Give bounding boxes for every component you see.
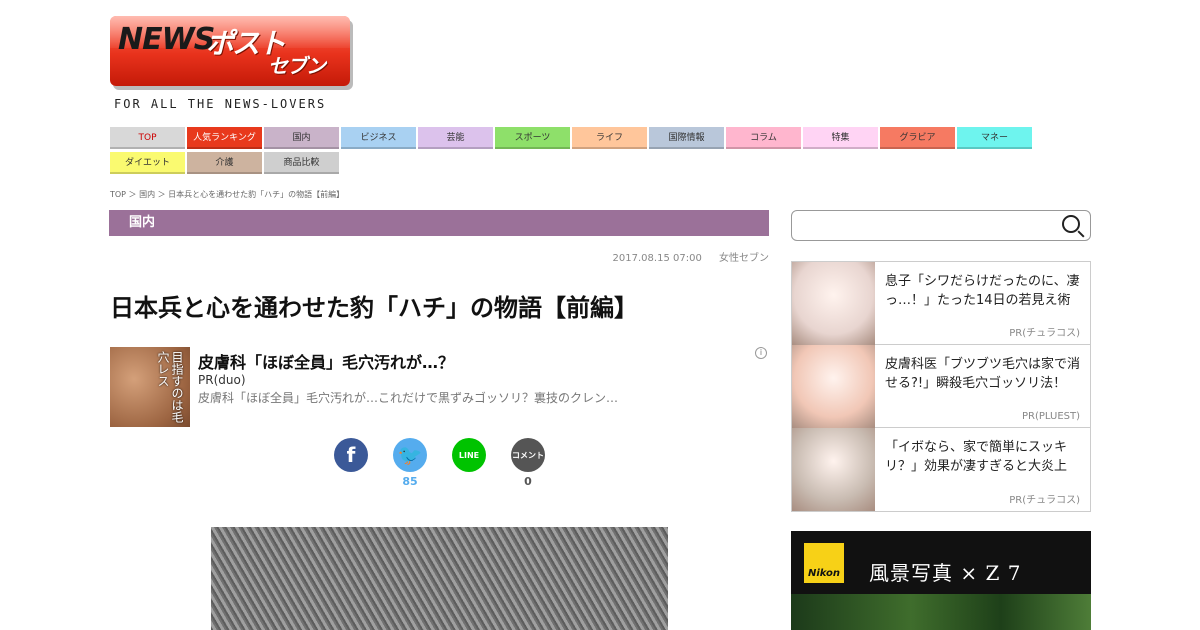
- nav-item-6[interactable]: ライフ: [572, 127, 647, 149]
- nav-item-14[interactable]: 商品比較: [264, 152, 339, 174]
- sidebar-pr-source: PR(チュラコス): [1009, 328, 1080, 339]
- nikon-forest-image: [791, 594, 1091, 630]
- article-headline: 日本兵と心を通わせた豹「ハチ」の物語【前編】: [110, 294, 638, 322]
- category-nav: TOP 人気ランキング 国内 ビジネス 芸能 スポーツ ライフ 国際情報 コラム 特集 グラビア マネ…: [110, 127, 1040, 177]
- search-input[interactable]: [800, 211, 1060, 240]
- search-box: [791, 210, 1091, 241]
- nikon-logo: Nikon: [804, 543, 844, 583]
- facebook-share: f: [333, 438, 369, 475]
- sidebar-pr-source: PR(PLUEST): [1022, 411, 1080, 422]
- sidebar-pr-thumbnail[interactable]: [792, 428, 875, 511]
- nav-item-8[interactable]: コラム: [726, 127, 801, 149]
- pr-thumbnail-text: 目指すのは毛穴レス: [156, 351, 184, 423]
- twitter-icon[interactable]: 🐦: [393, 438, 427, 472]
- pr-title-link[interactable]: 皮膚科「ほぼ全員」毛穴汚れが…？: [198, 349, 454, 373]
- sidebar-pr-title[interactable]: 「イボなら、家で簡単にスッキリ？」効果が凄すぎると大炎上: [885, 438, 1085, 476]
- search-icon[interactable]: [1062, 215, 1080, 233]
- ad-info-icon[interactable]: i: [755, 347, 767, 359]
- article-source: 女性セブン: [719, 253, 769, 264]
- nav-item-13[interactable]: 介護: [187, 152, 262, 174]
- article-meta: 2017.08.15 07:00 女性セブン: [599, 249, 769, 264]
- nikon-banner-ad[interactable]: Nikon 風景写真 × Z 7: [791, 531, 1091, 630]
- twitter-count: 85: [402, 475, 418, 488]
- sidebar-pr-title[interactable]: 息子「シワだらけだったのに、凄っ…！」たった14日の若見え術: [885, 272, 1085, 310]
- nav-item-7[interactable]: 国際情報: [649, 127, 724, 149]
- sidebar-pr-item[interactable]: 「イボなら、家で簡単にスッキリ？」効果が凄すぎると大炎上 PR(チュラコス): [792, 428, 1090, 511]
- sidebar-pr-thumbnail[interactable]: [792, 345, 875, 428]
- nav-item-10[interactable]: グラビア: [880, 127, 955, 149]
- article-date: 2017.08.15 07:00: [612, 253, 702, 264]
- nav-item-9[interactable]: 特集: [803, 127, 878, 149]
- article-photo: [211, 527, 668, 630]
- pr-description[interactable]: 皮膚科「ほぼ全員」毛穴汚れが…これだけで黒ずみゴッソリ？裏技のクレン…: [198, 389, 698, 406]
- nav-item-1[interactable]: 人気ランキング: [187, 127, 262, 149]
- line-share: LINE: [451, 438, 487, 475]
- nav-item-4[interactable]: 芸能: [418, 127, 493, 149]
- comment-share: コメント 0: [510, 438, 546, 488]
- comment-count: 0: [524, 475, 532, 488]
- nikon-ad-text: 風景写真 × Z 7: [869, 561, 1022, 585]
- breadcrumb[interactable]: TOP ＞ 国内 ＞ 日本兵と心を通わせた豹「ハチ」の物語【前編】: [110, 189, 344, 200]
- logo-news-text: NEWS: [118, 22, 215, 57]
- pr-thumbnail[interactable]: 目指すのは毛穴レス: [110, 347, 190, 427]
- nav-item-3[interactable]: ビジネス: [341, 127, 416, 149]
- nav-item-5[interactable]: スポーツ: [495, 127, 570, 149]
- sidebar-pr-list: 息子「シワだらけだったのに、凄っ…！」たった14日の若見え術 PR(チュラコス) 皮…: [791, 261, 1091, 512]
- nav-item-12[interactable]: ダイエット: [110, 152, 185, 174]
- sidebar-pr-title[interactable]: 皮膚科医「ブツブツ毛穴は家で消せる?!」瞬殺毛穴ゴッソリ法！: [885, 355, 1085, 393]
- site-tagline: FOR ALL THE NEWS-LOVERS: [114, 97, 327, 111]
- facebook-icon[interactable]: f: [334, 438, 368, 472]
- pr-source: PR(duo): [198, 373, 246, 387]
- sidebar-pr-thumbnail[interactable]: [792, 262, 875, 345]
- sidebar-pr-item[interactable]: 息子「シワだらけだったのに、凄っ…！」たった14日の若見え術 PR(チュラコス): [792, 262, 1090, 345]
- comment-icon[interactable]: コメント: [511, 438, 545, 472]
- nav-item-11[interactable]: マネー: [957, 127, 1032, 149]
- nav-item-0[interactable]: TOP: [110, 127, 185, 149]
- category-header: 国内: [109, 210, 769, 236]
- twitter-share: 🐦 85: [392, 438, 428, 488]
- sidebar-pr-source: PR(チュラコス): [1009, 495, 1080, 506]
- sidebar-pr-item[interactable]: 皮膚科医「ブツブツ毛穴は家で消せる?!」瞬殺毛穴ゴッソリ法！ PR(PLUEST): [792, 345, 1090, 428]
- nav-item-2[interactable]: 国内: [264, 127, 339, 149]
- line-icon[interactable]: LINE: [452, 438, 486, 472]
- site-logo[interactable]: NEWS ポスト セブン: [110, 16, 350, 86]
- logo-seven-text: セブン: [268, 54, 326, 78]
